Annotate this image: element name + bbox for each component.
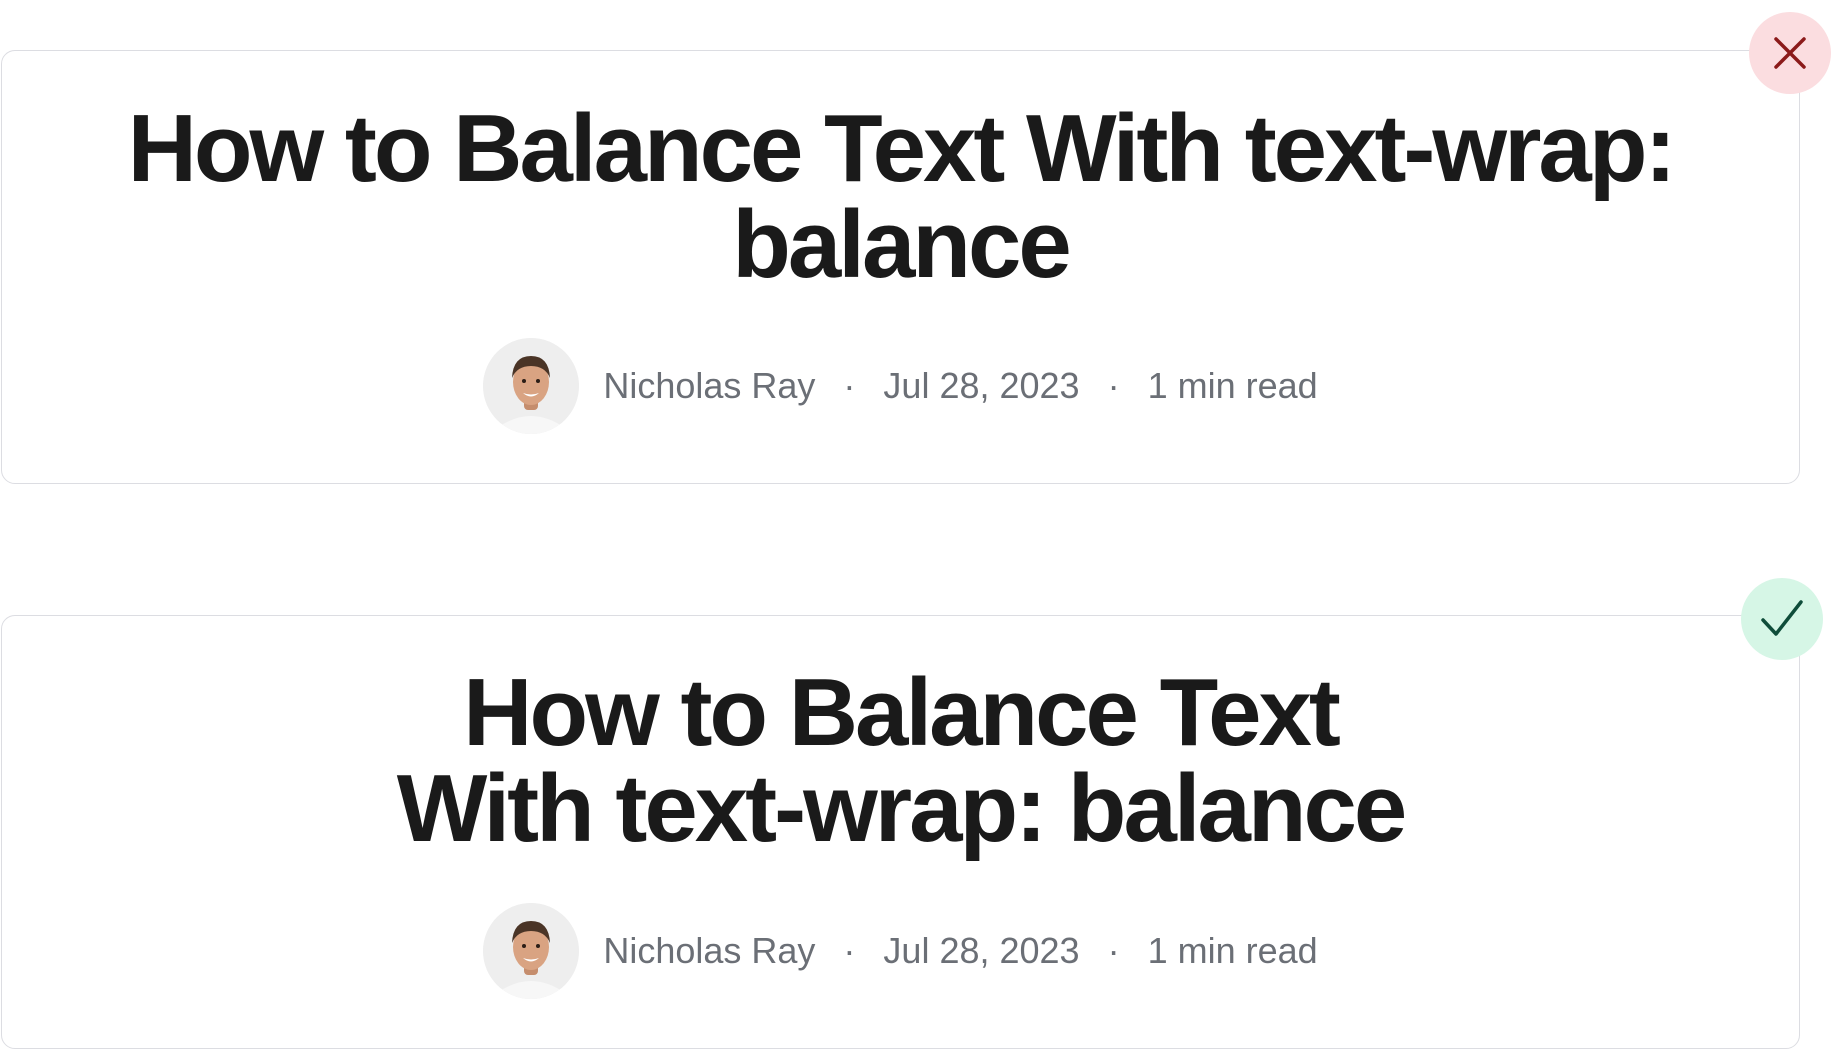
author-name: Nicholas Ray [603,365,816,406]
publish-date: Jul 28, 2023 [883,930,1080,971]
publish-date: Jul 28, 2023 [883,365,1080,406]
meta-separator: · [843,930,856,971]
read-time: 1 min read [1147,930,1318,971]
article-meta: Nicholas Ray · Jul 28, 2023 · 1 min read [2,903,1799,999]
close-icon [1774,37,1806,69]
incorrect-badge [1749,12,1831,94]
article-meta: Nicholas Ray · Jul 28, 2023 · 1 min read [2,338,1799,434]
article-title: How to Balance Text With text-wrap: bala… [2,665,1799,857]
read-time: 1 min read [1147,365,1318,406]
meta-separator: · [1107,930,1120,971]
check-icon [1761,600,1803,636]
author-avatar [483,338,580,434]
author-name: Nicholas Ray [603,930,816,971]
article-title: How to Balance Text With text-wrap: bala… [127,95,1677,298]
author-avatar [483,903,580,999]
article-header-card-unbalanced: How to Balance Text With text-wrap: bala… [1,50,1800,484]
article-header-card-balanced: How to Balance Text With text-wrap: bala… [1,615,1800,1049]
correct-badge [1741,578,1823,660]
title-line: With text-wrap: balance [396,755,1408,862]
meta-separator: · [1107,365,1120,406]
title-line: How to Balance Text [463,659,1341,766]
meta-separator: · [843,365,856,406]
